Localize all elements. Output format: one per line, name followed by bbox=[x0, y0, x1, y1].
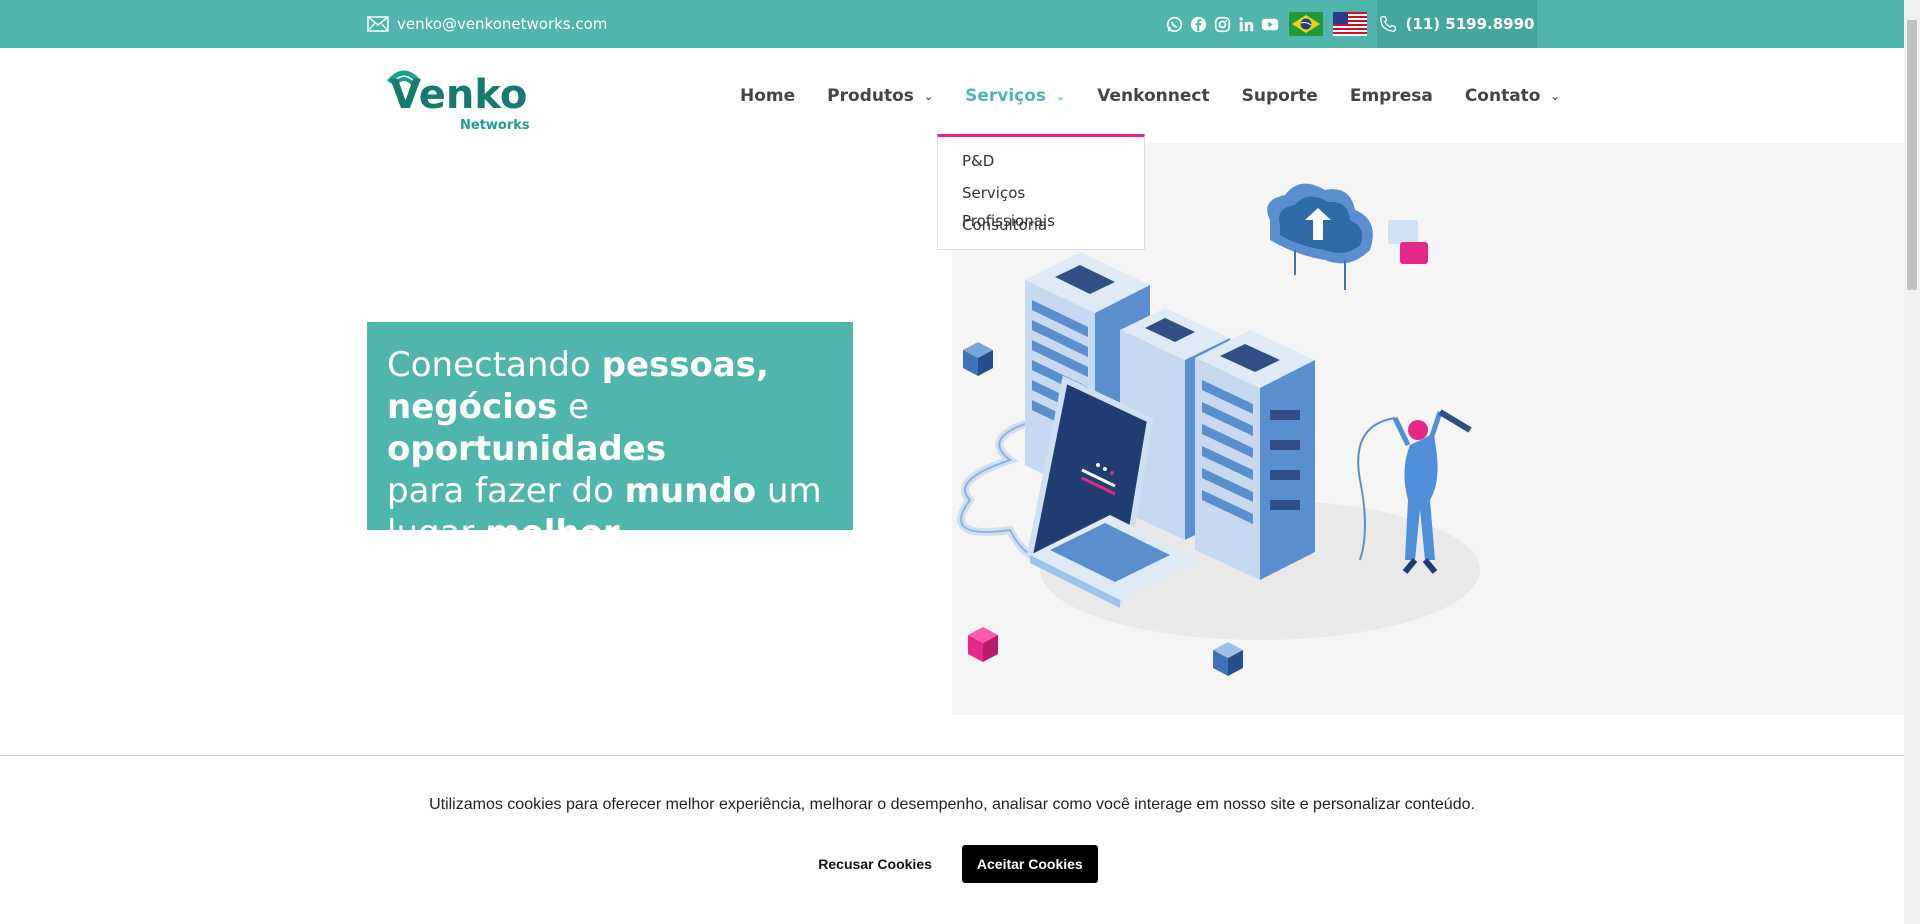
scrollbar-thumb[interactable] bbox=[1907, 20, 1917, 290]
nav-servicos[interactable]: Serviços ⌄ bbox=[965, 86, 1065, 106]
nav-suporte[interactable]: Suporte bbox=[1242, 86, 1318, 106]
nav-produtos-label: Produtos bbox=[827, 86, 914, 106]
nav-contato[interactable]: Contato ⌄ bbox=[1465, 86, 1560, 106]
hero-text-bold: pessoas, bbox=[601, 345, 769, 385]
nav-empresa[interactable]: Empresa bbox=[1350, 86, 1433, 106]
accept-cookies-button[interactable]: Aceitar Cookies bbox=[961, 845, 1098, 883]
cookie-actions: Recusar Cookies Aceitar Cookies bbox=[0, 845, 1904, 883]
youtube-icon[interactable] bbox=[1261, 15, 1279, 33]
page-scrollbar[interactable] bbox=[1904, 0, 1920, 924]
nav-home-label: Home bbox=[740, 86, 796, 106]
cube-icon bbox=[968, 627, 998, 662]
dropdown-item-consultoria[interactable]: Consultoria bbox=[938, 211, 1144, 243]
brazil-flag-icon[interactable] bbox=[1289, 12, 1323, 36]
instagram-icon[interactable] bbox=[1213, 15, 1231, 33]
servicos-dropdown: P&D Serviços Profissionais Consultoria bbox=[937, 134, 1145, 250]
nav-suporte-label: Suporte bbox=[1241, 86, 1318, 106]
email-text: venko@venkonetworks.com bbox=[397, 15, 608, 33]
chevron-down-icon: ⌄ bbox=[1056, 89, 1066, 103]
nav-home[interactable]: Home bbox=[740, 86, 795, 106]
envelope-icon bbox=[367, 16, 389, 32]
social-links bbox=[1165, 12, 1367, 36]
refuse-cookies-button[interactable]: Recusar Cookies bbox=[806, 846, 944, 882]
hero-text-bold: melhor bbox=[485, 513, 620, 553]
chevron-down-icon: ⌄ bbox=[923, 89, 934, 103]
whatsapp-icon[interactable] bbox=[1165, 15, 1183, 33]
phone-icon bbox=[1380, 16, 1397, 32]
main-nav: Home Produtos ⌄ Serviços ⌄ Venkonnect Supo… bbox=[724, 80, 1576, 112]
phone-text: (11) 5199.8990 bbox=[1405, 15, 1535, 33]
server-illustration bbox=[957, 183, 1480, 676]
hero-text: um bbox=[756, 471, 822, 511]
usa-flag-icon[interactable] bbox=[1333, 12, 1367, 36]
logo-subtitle: Networks bbox=[460, 118, 530, 133]
hero-text-bold: mundo bbox=[624, 471, 757, 511]
cookie-message: Utilizamos cookies para oferecer melhor … bbox=[429, 796, 1475, 813]
linkedin-icon[interactable] bbox=[1237, 15, 1255, 33]
phone-link[interactable]: (11) 5199.8990 bbox=[1377, 0, 1537, 48]
facebook-icon[interactable] bbox=[1189, 15, 1207, 33]
venko-logo[interactable]: Venko Networks bbox=[382, 58, 532, 138]
nav-venkonnect-label: Venkonnect bbox=[1097, 86, 1210, 106]
cookie-banner: Utilizamos cookies para oferecer melhor … bbox=[0, 755, 1904, 924]
hero-text: para fazer do bbox=[387, 471, 625, 511]
nav-produtos[interactable]: Produtos ⌄ bbox=[827, 86, 933, 106]
nav-servicos-label: Serviços bbox=[965, 86, 1047, 106]
email-link[interactable]: venko@venkonetworks.com bbox=[367, 12, 607, 36]
hero-text: lugar bbox=[387, 513, 486, 553]
dropdown-item-servicos-profissionais[interactable]: Serviços Profissionais bbox=[938, 179, 1144, 230]
logo-title: Venko bbox=[390, 72, 527, 118]
hero-heading: Conectando pessoas, negócios e oportunid… bbox=[387, 344, 833, 554]
cube-icon bbox=[1213, 642, 1243, 676]
chevron-down-icon: ⌄ bbox=[1550, 89, 1560, 103]
hero-text: e bbox=[557, 387, 590, 427]
top-bar: venko@venkonetworks.com (11) 5199.8990 bbox=[0, 0, 1904, 48]
hero-banner: Conectando pessoas, negócios e oportunid… bbox=[367, 322, 853, 553]
hero-text-bold: negócios bbox=[387, 387, 558, 427]
hero-text-bold: oportunidades bbox=[387, 429, 667, 469]
nav-contato-label: Contato bbox=[1464, 86, 1541, 106]
dropdown-item-pd[interactable]: P&D bbox=[938, 147, 1144, 179]
nav-venkonnect[interactable]: Venkonnect bbox=[1097, 86, 1209, 106]
cube-icon bbox=[963, 342, 993, 376]
nav-empresa-label: Empresa bbox=[1349, 86, 1433, 106]
hero-text: Conectando bbox=[387, 345, 602, 385]
